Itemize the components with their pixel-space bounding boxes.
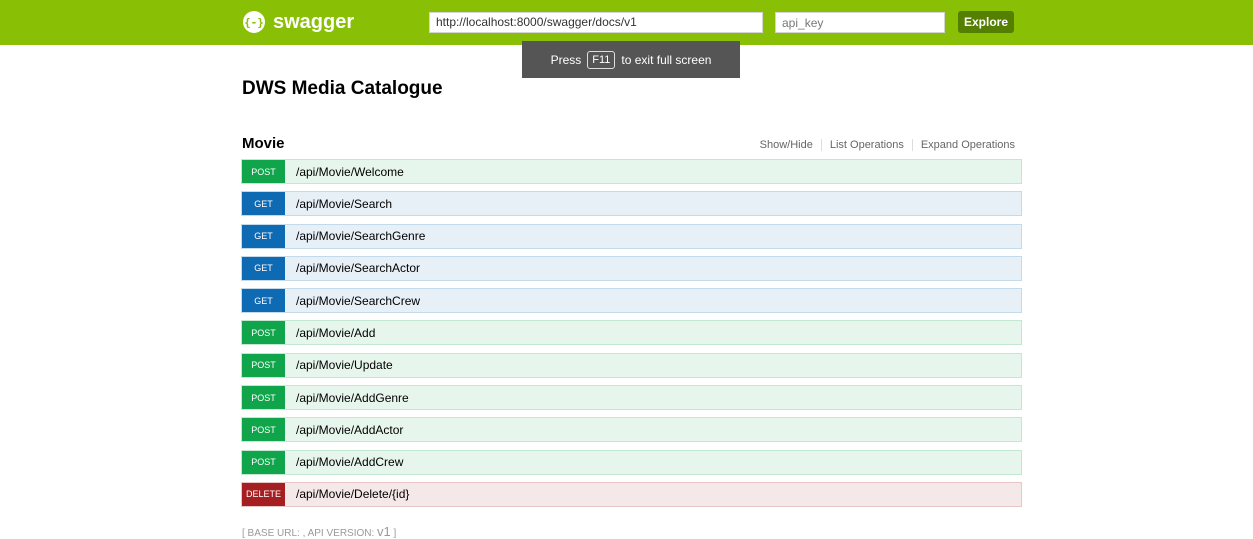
footer-text: [ BASE URL: , API VERSION:	[242, 528, 378, 539]
operation-row[interactable]: POST/api/Movie/AddGenre	[241, 385, 1022, 411]
operation-path[interactable]: /api/Movie/Welcome	[296, 165, 404, 179]
operation-row[interactable]: GET/api/Movie/SearchActor	[241, 255, 1022, 281]
method-badge[interactable]: POST	[242, 450, 285, 474]
operation-row[interactable]: GET/api/Movie/Search	[241, 191, 1022, 217]
list-operations-link[interactable]: List Operations	[822, 139, 913, 151]
method-badge[interactable]: GET	[242, 192, 285, 216]
expand-operations-link[interactable]: Expand Operations	[913, 139, 1015, 151]
explore-button[interactable]: Explore	[958, 11, 1014, 33]
fullscreen-notice: Press F11 to exit full screen	[522, 41, 740, 78]
method-badge[interactable]: GET	[242, 256, 285, 280]
method-badge[interactable]: POST	[242, 353, 285, 377]
operation-path[interactable]: /api/Movie/SearchGenre	[296, 229, 425, 243]
method-badge[interactable]: GET	[242, 289, 285, 313]
operation-path[interactable]: /api/Movie/Search	[296, 197, 392, 211]
operation-row[interactable]: POST/api/Movie/Update	[241, 352, 1022, 378]
method-badge[interactable]: POST	[242, 418, 285, 442]
method-badge[interactable]: GET	[242, 224, 285, 248]
method-badge[interactable]: POST	[242, 160, 285, 183]
operation-path[interactable]: /api/Movie/Add	[296, 326, 375, 340]
operation-path[interactable]: /api/Movie/AddActor	[296, 423, 403, 437]
footer-close: ]	[390, 528, 397, 539]
swagger-logo[interactable]: {-} swagger	[243, 9, 354, 35]
swagger-logo-icon: {-}	[243, 11, 265, 33]
fullscreen-notice-prefix: Press	[550, 52, 582, 67]
api-key-input[interactable]	[775, 12, 945, 33]
operation-row[interactable]: POST/api/Movie/Welcome	[241, 159, 1022, 184]
operation-row[interactable]: DELETE/api/Movie/Delete/{id}	[241, 481, 1022, 507]
operation-path[interactable]: /api/Movie/Delete/{id}	[296, 487, 409, 501]
fullscreen-key: F11	[587, 50, 616, 69]
operation-path[interactable]: /api/Movie/SearchCrew	[296, 294, 420, 308]
operation-path[interactable]: /api/Movie/AddCrew	[296, 455, 403, 469]
show-hide-link[interactable]: Show/Hide	[752, 139, 822, 151]
operation-path[interactable]: /api/Movie/SearchActor	[296, 261, 420, 275]
fullscreen-notice-suffix: to exit full screen	[621, 52, 712, 67]
logo-text: swagger	[273, 10, 355, 33]
operation-row[interactable]: POST/api/Movie/AddCrew	[241, 449, 1022, 475]
operation-row[interactable]: GET/api/Movie/SearchCrew	[241, 288, 1022, 314]
section-links: Show/Hide List Operations Expand Operati…	[752, 139, 1015, 151]
page-title: DWS Media Catalogue	[242, 78, 443, 99]
method-badge[interactable]: DELETE	[242, 482, 285, 506]
section-title[interactable]: Movie	[242, 135, 285, 152]
operations-list: POST/api/Movie/Welcome GET/api/Movie/Sea…	[241, 159, 1022, 514]
method-badge[interactable]: POST	[242, 321, 285, 345]
header-bar: {-} swagger http://localhost:8000/swagge…	[0, 0, 1253, 45]
operation-row[interactable]: POST/api/Movie/AddActor	[241, 417, 1022, 443]
operation-row[interactable]: POST/api/Movie/Add	[241, 320, 1022, 346]
operation-row[interactable]: GET/api/Movie/SearchGenre	[241, 223, 1022, 249]
method-badge[interactable]: POST	[242, 386, 285, 410]
url-input[interactable]: http://localhost:8000/swagger/docs/v1	[429, 12, 763, 33]
operation-path[interactable]: /api/Movie/Update	[296, 358, 393, 372]
operation-path[interactable]: /api/Movie/AddGenre	[296, 391, 409, 405]
